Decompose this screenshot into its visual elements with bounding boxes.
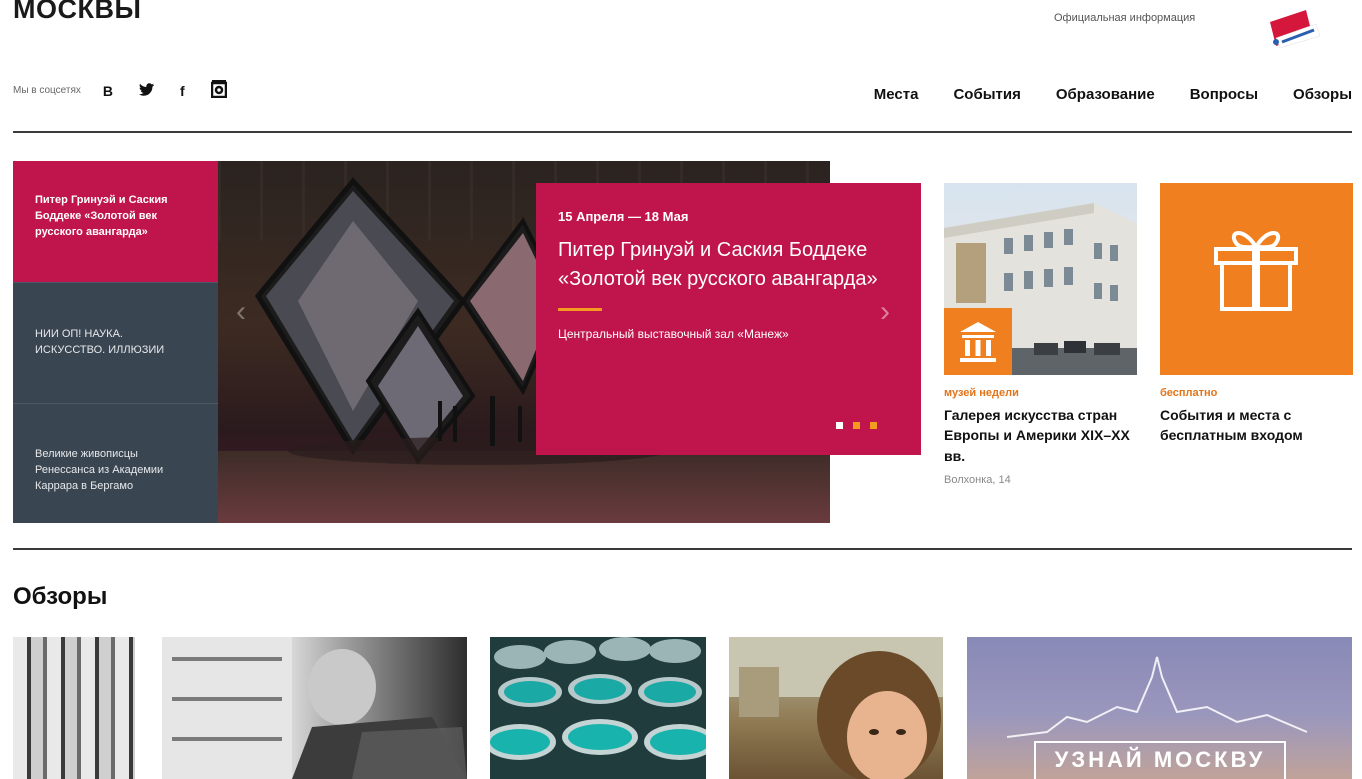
moscow-logo[interactable] — [1262, 8, 1334, 50]
moscow-banner-label: УЗНАЙ МОСКВУ — [1034, 741, 1286, 779]
nav-item-questions[interactable]: Вопросы — [1190, 86, 1258, 103]
gift-icon — [1214, 231, 1298, 311]
painting-portrait — [729, 637, 943, 779]
carousel-side-item-active[interactable]: Питер Гринуэй и Саския Боддеке «Золотой … — [13, 161, 218, 282]
review-thumbnail[interactable] — [162, 637, 467, 779]
carousel-side-item-label: Великие живописцы Ренессанса из Академии… — [35, 448, 164, 493]
instagram-icon[interactable] — [210, 80, 227, 101]
social-label: Мы в соцсетях — [13, 85, 81, 96]
site-title[interactable]: МОСКВЫ — [13, 0, 141, 25]
free-entry-card[interactable]: бесплатно События и места с бесплатным в… — [1160, 183, 1353, 446]
gift-tile[interactable] — [1160, 183, 1353, 375]
carousel-dot[interactable] — [870, 422, 877, 429]
carousel-side-item[interactable]: НИИ ОП! НАУКА. ИСКУССТВО. ИЛЛЮЗИИ — [13, 282, 218, 403]
carousel-prev-arrow[interactable]: ‹ — [236, 295, 246, 329]
main-nav: Места События Образование Вопросы Обзоры — [874, 86, 1352, 103]
official-info-link[interactable]: Официальная информация — [1054, 12, 1195, 24]
museum-of-week-card[interactable]: музей недели Галерея искусства стран Евр… — [944, 183, 1137, 486]
museum-icon — [944, 308, 1012, 375]
carousel-side-item-label: НИИ ОП! НАУКА. ИСКУССТВО. ИЛЛЮЗИИ — [35, 328, 165, 356]
review-thumbnail[interactable] — [490, 637, 706, 779]
social-links: Мы в соцсетях B f — [13, 80, 253, 101]
man-reading-photo — [162, 637, 467, 779]
card-title[interactable]: Галерея искусства стран Европы и Америки… — [944, 405, 1137, 466]
card-tag: бесплатно — [1160, 387, 1218, 399]
carousel-side-list: Питер Гринуэй и Саския Боддеке «Золотой … — [13, 161, 218, 523]
nav-item-events[interactable]: События — [953, 86, 1020, 103]
nav-item-reviews[interactable]: Обзоры — [1293, 86, 1352, 103]
carousel-dots — [836, 422, 877, 429]
card-tag: музей недели — [944, 387, 1019, 399]
carousel-side-item[interactable]: Великие живописцы Ренессанса из Академии… — [13, 403, 218, 523]
section-divider — [13, 548, 1352, 550]
twitter-icon[interactable] — [139, 82, 155, 99]
feature-title[interactable]: Питер Гринуэй и Саския Боддеке «Золотой … — [558, 236, 899, 294]
nav-item-places[interactable]: Места — [874, 86, 919, 103]
reviews-section-title: Обзоры — [13, 583, 108, 610]
header-divider — [13, 131, 1352, 133]
facebook-icon[interactable]: f — [180, 83, 185, 99]
vk-icon[interactable]: B — [103, 83, 113, 99]
feature-divider — [558, 308, 602, 311]
card-address: Волхонка, 14 — [944, 473, 1011, 486]
feature-venue: Центральный выставочный зал «Манеж» — [558, 327, 789, 341]
feature-dates: 15 Апреля — 18 Мая — [558, 209, 689, 224]
review-thumbnail[interactable] — [13, 637, 135, 779]
nav-item-education[interactable]: Образование — [1056, 86, 1155, 103]
museum-photo[interactable] — [944, 183, 1137, 375]
carousel-feature-card[interactable]: 15 Апреля — 18 Мая Питер Гринуэй и Саски… — [536, 183, 921, 455]
review-thumbnail[interactable] — [729, 637, 943, 779]
card-title[interactable]: События и места с бесплатным входом — [1160, 405, 1353, 446]
carousel-next-arrow[interactable]: › — [880, 295, 890, 329]
paint-cans-photo — [490, 637, 706, 760]
carousel-dot[interactable] — [836, 422, 843, 429]
carousel-dot[interactable] — [853, 422, 860, 429]
